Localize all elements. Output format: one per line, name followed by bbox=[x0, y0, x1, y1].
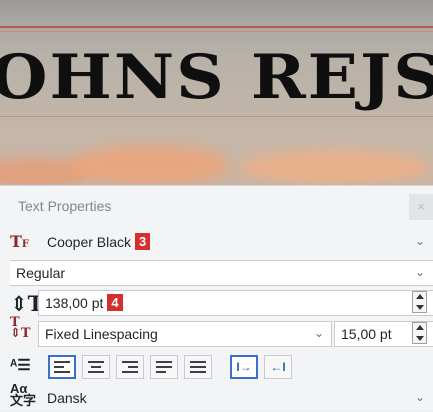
language-value: Dansk bbox=[47, 390, 87, 406]
line-spacing-value: 15,00 pt bbox=[341, 326, 392, 342]
line-glyph bbox=[122, 361, 138, 363]
line-glyph bbox=[156, 361, 172, 363]
step-badge: 3 bbox=[135, 233, 151, 250]
line-spacing-mode-select[interactable]: Fixed Linespacing bbox=[38, 321, 332, 347]
canvas-red-rule bbox=[0, 26, 433, 28]
font-family-icon: TF bbox=[10, 232, 30, 251]
font-size-row: ⇕T 138,00 pt 4 bbox=[0, 289, 433, 317]
line-spacing-icon: T ⇕T bbox=[10, 315, 31, 341]
line-glyph bbox=[190, 361, 206, 363]
line-glyph bbox=[54, 371, 70, 373]
line-glyph bbox=[54, 361, 70, 363]
language-row: Aα 文字 Dansk ⌄ bbox=[0, 381, 433, 412]
line-glyph bbox=[156, 371, 166, 373]
canvas-rule-lower bbox=[0, 116, 433, 117]
cloud-shape bbox=[240, 150, 430, 184]
alignment-row: ᴬ☰ I→ ←I bbox=[0, 353, 433, 381]
chevron-down-icon[interactable]: ⌄ bbox=[314, 326, 324, 340]
language-select[interactable]: Dansk bbox=[38, 385, 433, 411]
line-glyph bbox=[88, 361, 104, 363]
align-right-button[interactable] bbox=[116, 355, 144, 379]
line-glyph bbox=[156, 366, 172, 368]
line-glyph bbox=[128, 366, 138, 368]
line-spacing-row: T ⇕T Fixed Linespacing ⌄ 15,00 pt bbox=[0, 315, 433, 348]
force-justify-button[interactable] bbox=[184, 355, 212, 379]
text-properties-panel: Text Properties × TF Cooper Black 3 ⌄ Reg… bbox=[0, 185, 433, 411]
step-badge: 4 bbox=[107, 294, 123, 311]
chevron-down-icon[interactable]: ⌄ bbox=[415, 265, 425, 279]
font-size-input[interactable]: 138,00 pt 4 bbox=[38, 290, 433, 316]
font-size-stepper[interactable] bbox=[412, 291, 427, 313]
line-glyph bbox=[190, 371, 206, 373]
line-glyph bbox=[122, 371, 138, 373]
line-glyph bbox=[91, 366, 101, 368]
chevron-down-icon[interactable]: ⌄ bbox=[415, 390, 425, 404]
line-glyph bbox=[88, 371, 104, 373]
language-icon: Aα 文字 bbox=[10, 381, 37, 408]
align-left-button[interactable] bbox=[48, 355, 76, 379]
font-style-select[interactable]: Regular bbox=[10, 260, 433, 286]
justify-button[interactable] bbox=[150, 355, 178, 379]
document-canvas: OHNS REJSE bbox=[0, 0, 433, 185]
line-spacing-stepper[interactable] bbox=[412, 322, 427, 344]
cloud-shape bbox=[70, 145, 230, 185]
line-spacing-mode: Fixed Linespacing bbox=[45, 326, 158, 342]
align-center-button[interactable] bbox=[82, 355, 110, 379]
font-family-row: TF Cooper Black 3 ⌄ bbox=[0, 228, 433, 256]
line-glyph bbox=[190, 366, 206, 368]
font-size-value: 138,00 pt bbox=[45, 295, 104, 311]
font-style-row: Regular ⌄ bbox=[0, 259, 433, 287]
panel-title: Text Properties bbox=[18, 198, 112, 214]
chevron-down-icon[interactable]: ⌄ bbox=[415, 234, 425, 248]
font-family-select[interactable]: Cooper Black 3 bbox=[38, 229, 431, 255]
close-icon[interactable]: × bbox=[409, 194, 433, 220]
banner-text[interactable]: OHNS REJSE bbox=[0, 41, 433, 113]
left-to-right-button[interactable]: I→ bbox=[230, 355, 258, 379]
font-family-value: Cooper Black bbox=[47, 234, 132, 250]
alignment-icon: ᴬ☰ bbox=[10, 357, 31, 374]
font-style-value: Regular bbox=[16, 265, 66, 281]
line-glyph bbox=[54, 366, 64, 368]
canvas-red-rule-thin bbox=[0, 31, 433, 32]
right-to-left-button[interactable]: ←I bbox=[264, 355, 292, 379]
